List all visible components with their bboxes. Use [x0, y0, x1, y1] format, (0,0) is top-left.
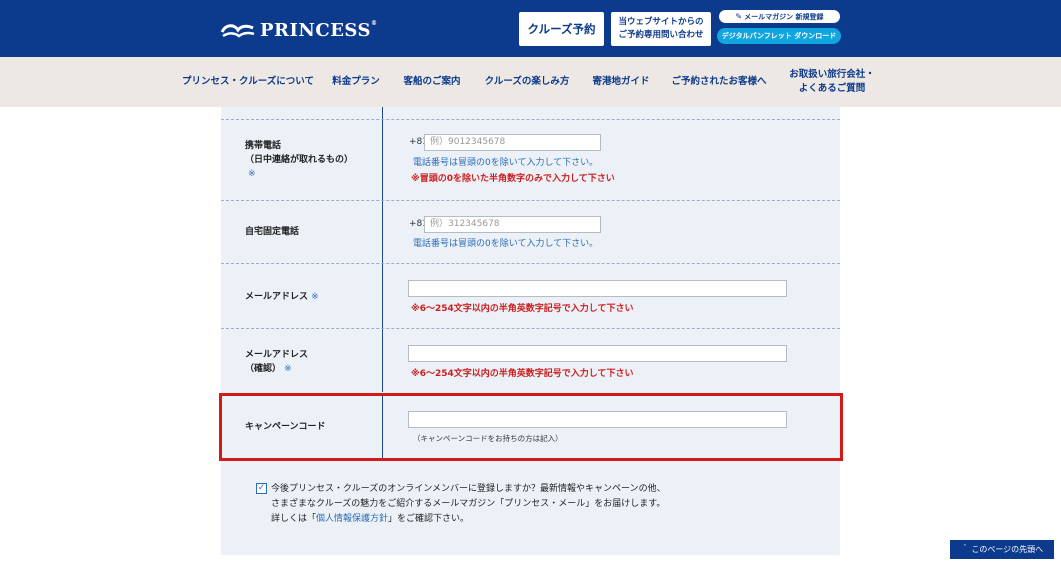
optin-text-line-3: 詳しくは「個人情報保護方針」をご確認下さい。	[271, 514, 470, 524]
optin-text-line-1: 今後プリンセス・クルーズのオンラインメンバーに登録しますか？最新情報やキャンペー…	[271, 484, 666, 494]
email-label-text: メールアドレス	[245, 292, 309, 302]
mail-magazine-label: メールマガジン 新規登録	[744, 12, 824, 21]
mobile-label-line-1: 携帯電話	[245, 141, 282, 151]
site-header: PRINCESS® クルーズ予約 当ウェブサイトからの ご予約専用問い合わせ ✎…	[0, 0, 1061, 57]
home-phone-input[interactable]: 例）312345678	[424, 216, 601, 233]
email-confirm-label-line-1: メールアドレス	[245, 350, 309, 360]
email-error: ※6～254文字以内の半角英数字記号で入力して下さい	[411, 304, 634, 314]
mail-magazine-button[interactable]: ✎ メールマガジン 新規登録	[719, 10, 840, 23]
email-confirm-error: ※6～254文字以内の半角英数字記号で入力して下さい	[411, 369, 634, 379]
seawitch-logo-icon	[220, 24, 255, 38]
column-divider	[382, 107, 383, 392]
main-nav: プリンセス・クルーズについて 料金プラン 客船のご案内 クルーズの楽しみ方 寄港…	[0, 57, 1061, 107]
required-mark: ※	[284, 364, 292, 374]
nav-ports[interactable]: 寄港地ガイド	[590, 57, 652, 107]
email-input[interactable]	[408, 280, 787, 297]
required-mark: ※	[311, 292, 319, 302]
back-to-top-button[interactable]: ＾ このページの先頭へ	[950, 540, 1054, 559]
email-label: メールアドレス ※	[245, 290, 319, 304]
email-confirm-label-line-2: （確認） ※	[245, 364, 292, 374]
nav-enjoy[interactable]: クルーズの楽しみ方	[484, 57, 570, 107]
mobile-label-line-2: （日中連絡が取れるもの）	[245, 155, 354, 165]
highlight-box	[219, 393, 843, 461]
mobile-phone-input[interactable]: 例）9012345678	[424, 134, 601, 151]
nav-agents-line-1: お取扱い旅行会社・	[789, 69, 875, 80]
inquiry-line-2: ご予約専用問い合わせ	[618, 30, 704, 40]
nav-agents-line-2: よくあるご質問	[798, 83, 866, 94]
privacy-policy-link[interactable]: 個人情報保護方針	[316, 514, 388, 524]
home-phone-label: 自宅固定電話	[245, 227, 300, 237]
inquiry-button[interactable]: 当ウェブサイトからの ご予約専用問い合わせ	[611, 12, 711, 46]
row-divider	[221, 263, 840, 264]
home-phone-hint: 電話番号は冒頭の0を除いて入力して下さい。	[413, 239, 599, 249]
nav-booked[interactable]: ご予約されたお客様へ	[670, 57, 768, 107]
cruise-booking-button[interactable]: クルーズ予約	[519, 12, 604, 46]
nav-pricing[interactable]: 料金プラン	[330, 57, 382, 107]
email-confirm-input[interactable]	[408, 345, 787, 362]
nav-about[interactable]: プリンセス・クルーズについて	[182, 57, 314, 107]
mobile-label: 携帯電話 （日中連絡が取れるもの） ※	[245, 139, 353, 181]
logo-wordmark: PRINCESS®	[260, 19, 378, 41]
mobile-hint: 電話番号は冒頭の0を除いて入力して下さい。	[413, 158, 599, 168]
mobile-error: ※冒頭の0を除いた半角数字のみで入力して下さい	[411, 174, 615, 184]
inquiry-line-1: 当ウェブサイトからの	[618, 17, 704, 27]
required-mark: ※	[248, 169, 256, 179]
row-divider	[221, 200, 840, 201]
nav-agents-faq[interactable]: お取扱い旅行会社・ よくあるご質問	[786, 57, 878, 107]
nav-ships[interactable]: 客船のご案内	[401, 57, 463, 107]
row-divider	[221, 119, 840, 120]
optin-checkbox[interactable]: ✓	[256, 483, 267, 494]
edit-icon: ✎	[735, 12, 743, 21]
row-divider	[221, 328, 840, 329]
digital-pamphlet-button[interactable]: デジタルパンフレット ダウンロード	[717, 28, 841, 44]
optin-text-line-2: さまざまなクルーズの魅力をご紹介するメールマガジン「プリンセス・メール」をお届け…	[271, 499, 666, 509]
princess-logo[interactable]: PRINCESS®	[220, 19, 378, 41]
email-confirm-label: メールアドレス （確認） ※	[245, 348, 308, 376]
